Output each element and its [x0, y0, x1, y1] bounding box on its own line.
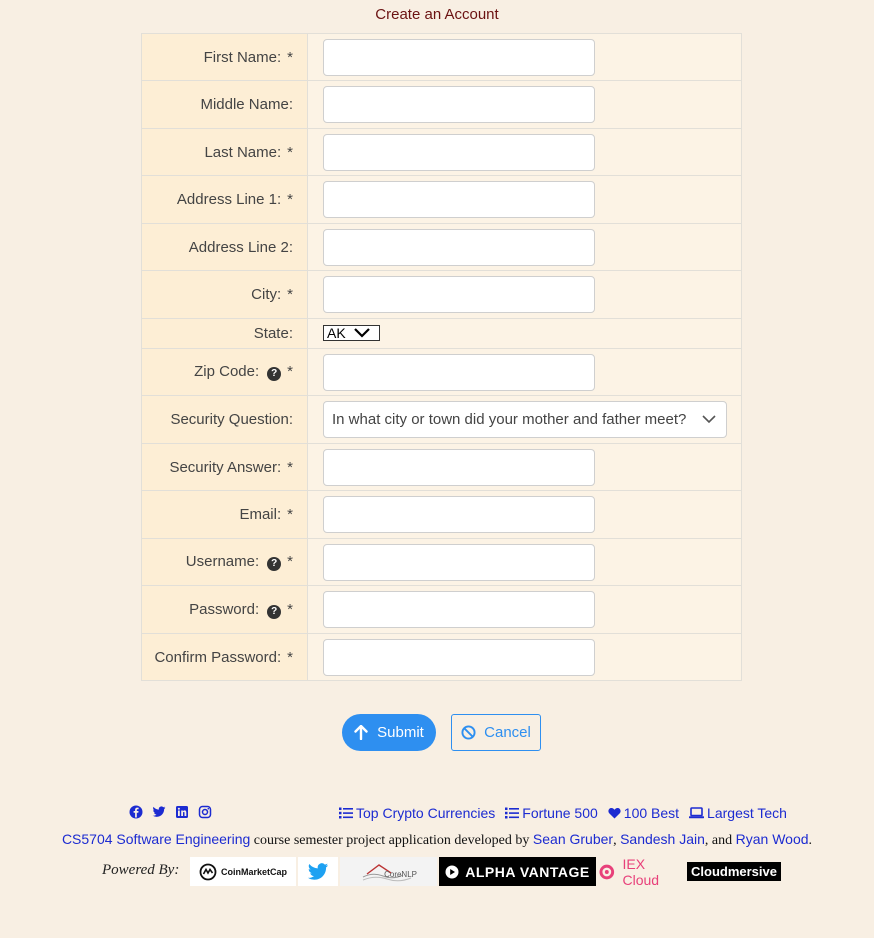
address-line-2-label: Address Line 2:: [141, 223, 308, 271]
security-question-select[interactable]: In what city or town did your mother and…: [323, 401, 727, 438]
form-row-security-question: Security Question: In what city or town …: [141, 395, 742, 444]
security-question-label: Security Question:: [141, 395, 308, 444]
top-crypto-link[interactable]: Top Crypto Currencies: [339, 805, 495, 821]
middle-name-label: Middle Name:: [141, 80, 308, 129]
list-icon: [505, 807, 520, 819]
twitter-logo[interactable]: [298, 857, 338, 886]
last-name-field[interactable]: [323, 133, 595, 171]
iex-mark: [599, 864, 615, 880]
arrow-up-icon: [354, 725, 368, 740]
form-row-password: Password:? *: [141, 585, 742, 634]
form-row-zip: Zip Code:? *: [141, 348, 742, 396]
zip-code-label: Zip Code:? *: [141, 348, 308, 396]
linkedin-icon[interactable]: [175, 805, 189, 819]
fortune-500-link[interactable]: Fortune 500: [505, 805, 598, 821]
required-marker: *: [287, 48, 293, 66]
author-link-sandesh-jain[interactable]: Sandesh Jain: [620, 831, 705, 847]
social-links: [129, 805, 212, 819]
form-row-address-1: Address Line 1: *: [141, 175, 742, 224]
required-marker: *: [287, 553, 293, 570]
course-link[interactable]: CS5704 Software Engineering: [62, 831, 250, 847]
address-line-1-field[interactable]: [323, 181, 595, 218]
required-marker: *: [287, 143, 293, 161]
last-name-label: Last Name: *: [141, 128, 308, 176]
required-marker: *: [287, 191, 293, 208]
city-field[interactable]: [323, 276, 595, 313]
email-field[interactable]: [323, 496, 595, 533]
required-marker: *: [287, 600, 293, 618]
confirm-password-field[interactable]: [323, 638, 595, 676]
first-name-field[interactable]: [323, 38, 595, 76]
security-answer-field[interactable]: [323, 448, 595, 486]
cancel-label: Cancel: [484, 724, 531, 741]
form-row-security-answer: Security Answer: *: [141, 443, 742, 491]
account-form: First Name: * Middle Name: Last Name: * Ad…: [141, 33, 742, 681]
corenlp-logo[interactable]: CoreNLP: [340, 857, 437, 886]
form-row-confirm-password: Confirm Password: *: [141, 633, 742, 681]
form-row-state: State: AK: [141, 318, 742, 349]
zip-code-field[interactable]: [323, 353, 595, 391]
form-row-city: City: *: [141, 270, 742, 319]
help-icon[interactable]: ?: [267, 557, 282, 571]
100-best-link[interactable]: 100 Best: [608, 805, 679, 821]
username-label: Username:? *: [141, 538, 308, 586]
address-line-1-label: Address Line 1: *: [141, 175, 308, 224]
twitter-icon[interactable]: [152, 805, 166, 819]
help-icon[interactable]: ?: [267, 367, 282, 381]
facebook-icon[interactable]: [129, 805, 143, 819]
chevron-down-icon: [353, 328, 370, 338]
required-marker: *: [287, 506, 293, 523]
state-label: State:: [141, 318, 308, 349]
play-icon: [445, 865, 459, 878]
submit-button[interactable]: Submit: [342, 714, 436, 751]
instagram-icon[interactable]: [198, 805, 212, 819]
coinmarketcap-icon: [199, 863, 217, 880]
form-row-email: Email: *: [141, 490, 742, 539]
required-marker: *: [287, 286, 293, 303]
form-row-address-2: Address Line 2:: [141, 223, 742, 271]
form-row-last-name: Last Name: *: [141, 128, 742, 176]
laptop-icon: [689, 807, 705, 819]
address-line-2-field[interactable]: [323, 228, 595, 266]
username-field[interactable]: [323, 543, 595, 581]
coinmarketcap-logo[interactable]: CoinMarketCap: [190, 857, 296, 886]
first-name-label: First Name: *: [141, 33, 308, 81]
form-row-middle-name: Middle Name:: [141, 80, 742, 129]
ban-icon: [461, 725, 476, 740]
middle-name-field[interactable]: [323, 86, 595, 123]
confirm-password-label: Confirm Password: *: [141, 633, 308, 681]
required-marker: *: [287, 648, 293, 666]
powered-by-label: Powered By:: [102, 862, 180, 878]
state-select[interactable]: AK: [323, 325, 380, 341]
credits-line: CS5704 Software Engineering course semes…: [61, 831, 813, 848]
twitter-bird-icon: [307, 862, 329, 880]
list-icon: [339, 807, 353, 819]
help-icon[interactable]: ?: [267, 604, 282, 619]
page-title: Create an Account: [375, 6, 499, 23]
city-label: City: *: [141, 270, 308, 319]
largest-tech-link[interactable]: Largest Tech: [689, 805, 787, 821]
submit-label: Submit: [377, 724, 424, 741]
cancel-button[interactable]: Cancel: [451, 714, 541, 751]
security-answer-label: Security Answer: *: [141, 443, 308, 491]
password-field[interactable]: [323, 591, 595, 628]
form-row-first-name: First Name: *: [141, 33, 742, 81]
chevron-down-icon: [702, 415, 716, 424]
footer-nav: Top Crypto Currencies Fortune 500 100 Be…: [339, 805, 787, 821]
required-marker: *: [287, 363, 293, 380]
form-row-username: Username:? *: [141, 538, 742, 586]
alpha-vantage-logo[interactable]: ALPHA VANTAGE: [439, 857, 596, 886]
cloudmersive-logo[interactable]: Cloudmersive: [687, 862, 781, 881]
password-label: Password:? *: [141, 585, 308, 634]
heart-icon: [608, 807, 621, 819]
required-marker: *: [287, 458, 293, 476]
author-link-ryan-wood[interactable]: Ryan Wood: [736, 831, 809, 847]
author-link-sean-gruber[interactable]: Sean Gruber: [533, 831, 613, 847]
email-label: Email: *: [141, 490, 308, 539]
iex-cloud-logo[interactable]: IEX Cloud: [599, 856, 684, 888]
